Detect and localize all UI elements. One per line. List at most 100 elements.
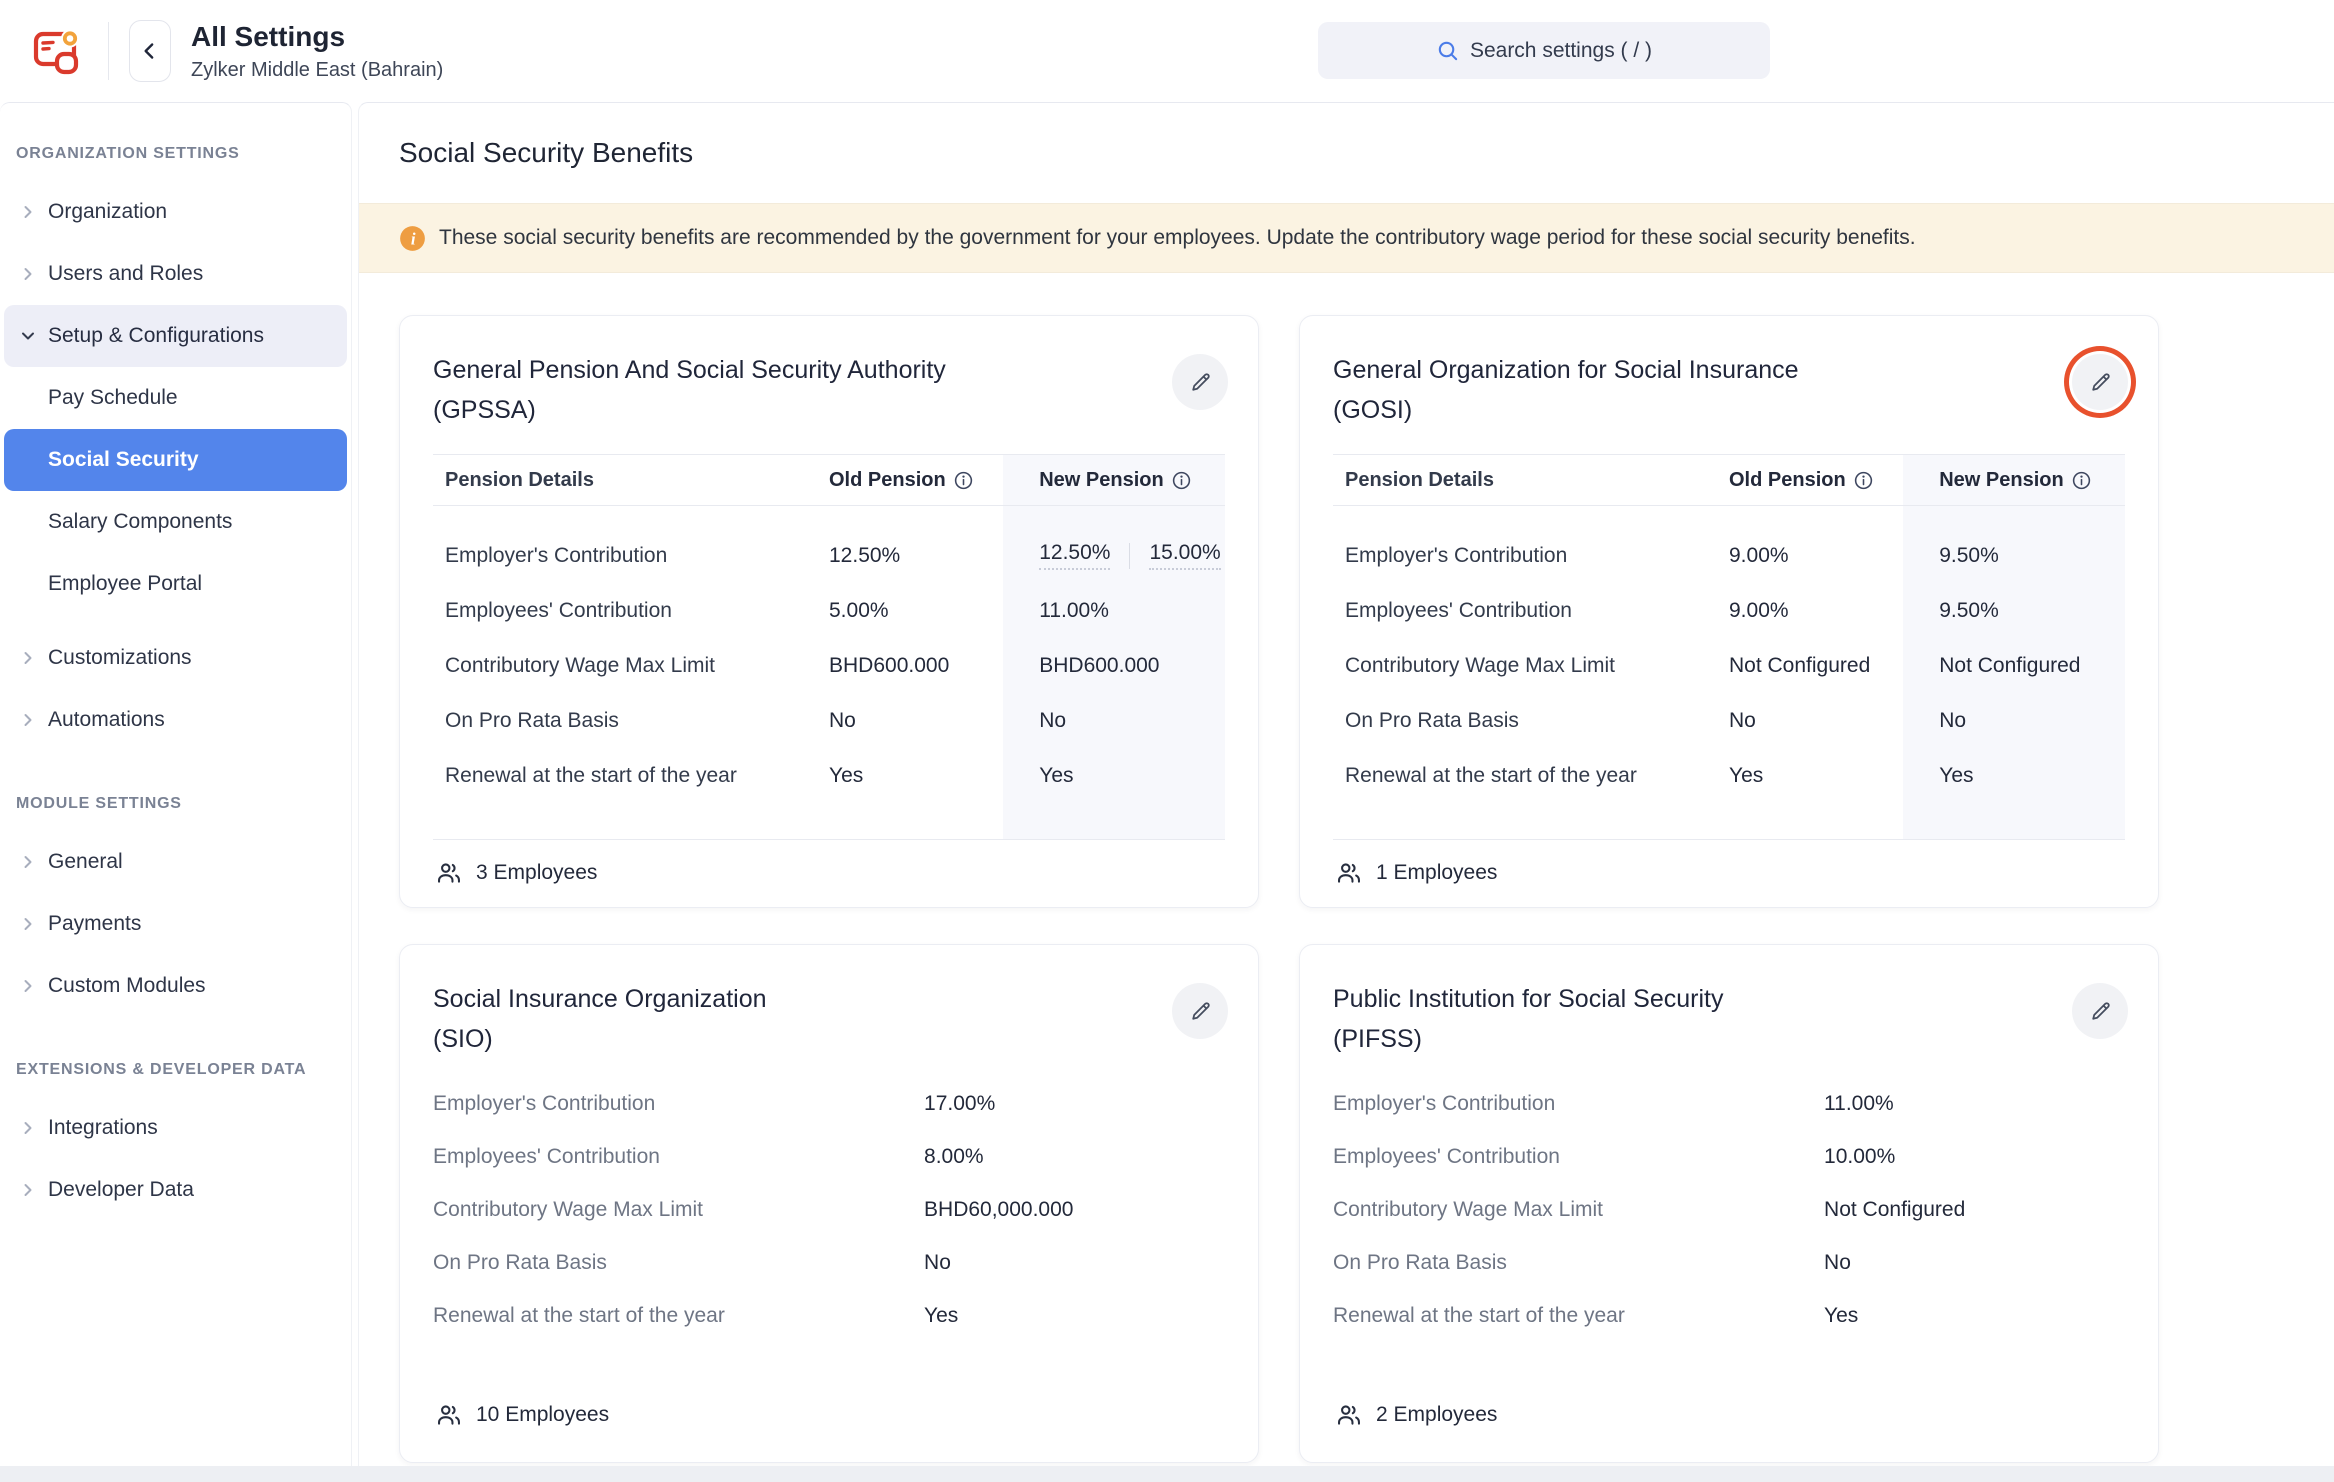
employees-count: 2 Employees <box>1333 1382 2125 1448</box>
sidebar-item-users-and-roles[interactable]: Users and Roles <box>4 243 347 305</box>
chevron-right-icon <box>18 202 38 222</box>
edit-gpssa-button[interactable] <box>1172 354 1228 410</box>
card-title-main: General Organization for Social Insuranc… <box>1333 350 2013 390</box>
chevron-right-icon <box>18 852 38 872</box>
sidebar-item-custom-modules[interactable]: Custom Modules <box>4 955 347 1017</box>
sidebar-item-label: Payments <box>48 912 141 936</box>
employees-count-label: 1 Employees <box>1376 861 1497 885</box>
table-row: Renewal at the start of the year Yes Yes <box>433 748 1225 803</box>
info-banner: i These social security benefits are rec… <box>359 203 2334 273</box>
column-header-old-pension: Old Pension <box>829 469 1003 492</box>
benefit-details-list: Employer's Contribution 17.00% Employees… <box>433 1077 1225 1342</box>
table-row: Contributory Wage Max Limit Not Configur… <box>1333 638 2125 693</box>
sidebar-item-label: Employee Portal <box>48 572 202 596</box>
sidebar-item-integrations[interactable]: Integrations <box>4 1097 347 1159</box>
app-header: All Settings Zylker Middle East (Bahrain… <box>0 0 2334 102</box>
old-pension-info-icon[interactable] <box>953 470 974 491</box>
current-rate-tooltip-value[interactable]: 12.50% <box>1039 541 1110 570</box>
sidebar-item-label: Custom Modules <box>48 974 206 998</box>
info-banner-text: These social security benefits are recom… <box>439 226 1916 250</box>
card-title-abbr: (GOSI) <box>1333 390 2013 430</box>
sidebar-item-label: Automations <box>48 708 165 732</box>
sidebar-item-social-security[interactable]: Social Security <box>4 429 347 491</box>
back-button[interactable] <box>129 20 171 82</box>
new-pension-info-icon[interactable] <box>2071 470 2092 491</box>
table-row: Employer's Contribution 9.00% 9.50% <box>1333 528 2125 583</box>
sidebar-item-employee-portal[interactable]: Employee Portal <box>4 553 347 615</box>
pension-table-header: Pension Details Old Pension New Pension <box>1333 454 2125 506</box>
card-title-abbr: (GPSSA) <box>433 390 1113 430</box>
new-pension-info-icon[interactable] <box>1171 470 1192 491</box>
table-row: Contributory Wage Max Limit BHD600.000 B… <box>433 638 1225 693</box>
page-title: Social Security Benefits <box>399 133 2334 173</box>
pencil-icon <box>1188 999 1213 1024</box>
card-title: General Organization for Social Insuranc… <box>1333 350 2013 430</box>
sidebar-item-label: Developer Data <box>48 1178 194 1202</box>
sidebar-item-customizations[interactable]: Customizations <box>4 627 347 689</box>
card-title-main: Social Insurance Organization <box>433 979 1113 1019</box>
chevron-right-icon <box>18 914 38 934</box>
employees-icon <box>436 1402 462 1428</box>
sidebar-item-label: Users and Roles <box>48 262 203 286</box>
pension-table-body: Employer's Contribution 9.00% 9.50% Empl… <box>1333 506 2125 839</box>
detail-row: Renewal at the start of the year Yes <box>433 1289 1225 1342</box>
sidebar-item-label: Integrations <box>48 1116 158 1140</box>
pension-card-sio: Social Insurance Organization (SIO) Empl… <box>399 944 1259 1463</box>
chevron-left-icon <box>137 38 163 64</box>
value-divider <box>1129 543 1130 569</box>
upcoming-rate-tooltip-value[interactable]: 15.00% <box>1149 541 1220 570</box>
detail-row: Renewal at the start of the year Yes <box>1333 1289 2125 1342</box>
table-row: Renewal at the start of the year Yes Yes <box>1333 748 2125 803</box>
chevron-right-icon <box>18 1180 38 1200</box>
employees-count: 1 Employees <box>1333 840 2125 906</box>
sidebar-item-general[interactable]: General <box>4 831 347 893</box>
sidebar-item-pay-schedule[interactable]: Pay Schedule <box>4 367 347 429</box>
edit-pifss-button[interactable] <box>2072 983 2128 1039</box>
sidebar-item-label: General <box>48 850 123 874</box>
employees-count-label: 2 Employees <box>1376 1403 1497 1427</box>
section-label-organization-settings: ORGANIZATION SETTINGS <box>16 143 351 165</box>
card-title-main: Public Institution for Social Security <box>1333 979 2013 1019</box>
detail-row: Employees' Contribution 8.00% <box>433 1130 1225 1183</box>
table-row: Employer's Contribution 12.50% 12.50% 15… <box>433 528 1225 583</box>
sidebar-item-label: Pay Schedule <box>48 386 178 410</box>
table-row: On Pro Rata Basis No No <box>433 693 1225 748</box>
organization-name: Zylker Middle East (Bahrain) <box>191 57 443 83</box>
benefit-details-list: Employer's Contribution 11.00% Employees… <box>1333 1077 2125 1342</box>
pension-table: Pension Details Old Pension New Pension … <box>1333 454 2125 839</box>
chevron-right-icon <box>18 710 38 730</box>
chevron-down-icon <box>18 326 38 346</box>
edit-sio-button[interactable] <box>1172 983 1228 1039</box>
pension-table-header: Pension Details Old Pension New Pension <box>433 454 1225 506</box>
detail-row: On Pro Rata Basis No <box>433 1236 1225 1289</box>
column-header-new-pension: New Pension <box>1003 469 1225 492</box>
detail-row: Contributory Wage Max Limit Not Configur… <box>1333 1183 2125 1236</box>
sidebar-item-developer-data[interactable]: Developer Data <box>4 1159 347 1221</box>
column-header-new-pension: New Pension <box>1903 469 2125 492</box>
sidebar-item-setup-configurations[interactable]: Setup & Configurations <box>4 305 347 367</box>
sidebar-item-salary-components[interactable]: Salary Components <box>4 491 347 553</box>
sidebar-item-automations[interactable]: Automations <box>4 689 347 751</box>
sidebar-item-label: Social Security <box>48 448 199 472</box>
card-title: Public Institution for Social Security (… <box>1333 979 2013 1059</box>
card-title: General Pension And Social Security Auth… <box>433 350 1113 430</box>
column-header-pension-details: Pension Details <box>1333 469 1729 492</box>
sidebar-item-label: Organization <box>48 200 167 224</box>
payroll-app-logo-icon[interactable] <box>28 22 86 80</box>
detail-row: Employer's Contribution 17.00% <box>433 1077 1225 1130</box>
header-divider <box>108 22 109 80</box>
old-pension-info-icon[interactable] <box>1853 470 1874 491</box>
section-label-module-settings: MODULE SETTINGS <box>16 793 351 815</box>
edit-gosi-button-highlighted[interactable] <box>2072 354 2128 410</box>
sidebar-item-payments[interactable]: Payments <box>4 893 347 955</box>
search-settings-input[interactable]: Search settings ( / ) <box>1318 22 1770 79</box>
pension-table-body: Employer's Contribution 12.50% 12.50% 15… <box>433 506 1225 839</box>
sidebar-item-organization[interactable]: Organization <box>4 181 347 243</box>
sidebar-item-label: Setup & Configurations <box>48 324 264 348</box>
pension-card-pifss: Public Institution for Social Security (… <box>1299 944 2159 1463</box>
workspace: ORGANIZATION SETTINGS Organization Users… <box>0 102 2334 1466</box>
detail-row: Employer's Contribution 11.00% <box>1333 1077 2125 1130</box>
card-title-abbr: (PIFSS) <box>1333 1019 2013 1059</box>
employees-count-label: 3 Employees <box>476 861 597 885</box>
sidebar-item-label: Customizations <box>48 646 192 670</box>
